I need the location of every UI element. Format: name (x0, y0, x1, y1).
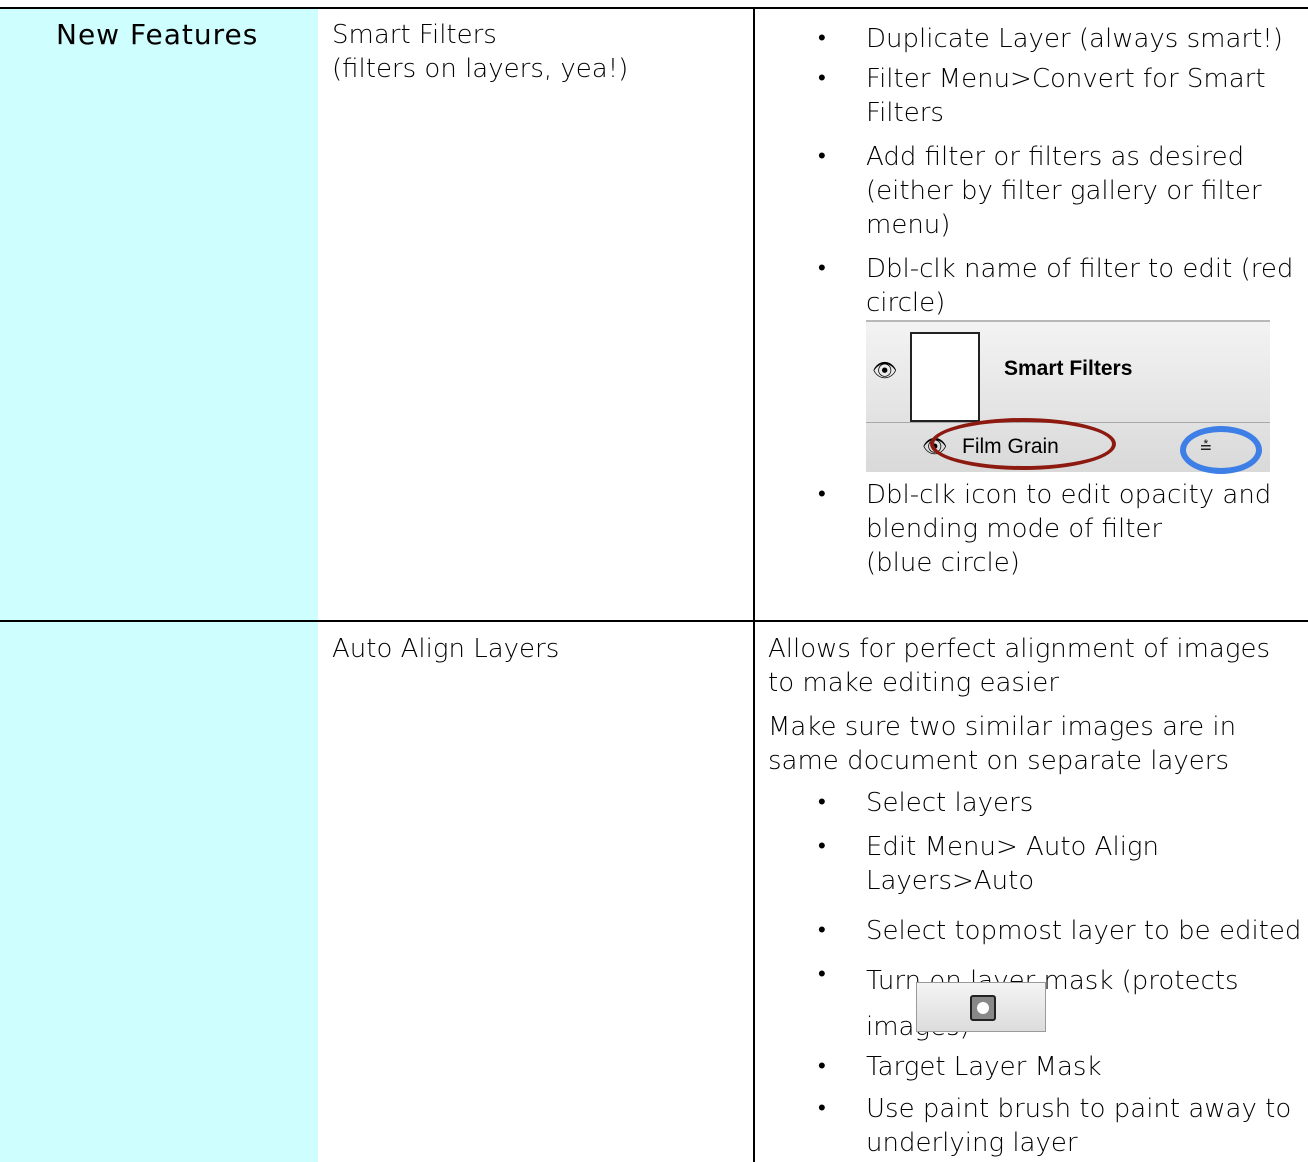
bullet-icon: • (818, 26, 826, 51)
eye-icon: 👁 (872, 358, 898, 382)
feature-title-auto-align: Auto Align Layers (332, 634, 560, 664)
bullet-icon: • (818, 962, 826, 987)
column-divider (753, 9, 755, 1162)
category-column (0, 9, 318, 1162)
layer-thumbnail (910, 332, 980, 422)
layer-mask-icon (916, 982, 1046, 1032)
bullet-icon: • (818, 66, 826, 91)
smart-filters-label: Smart Filters (1004, 357, 1133, 380)
bullet-icon: • (818, 1096, 826, 1121)
bullet-icon: • (818, 918, 826, 943)
description-paragraph: Make sure two similar images are in same… (768, 712, 1237, 776)
feature-subtitle: (filters on layers, yea!) (332, 54, 629, 84)
description-paragraph: Allows for perfect alignment of images t… (768, 634, 1270, 698)
red-circle-annotation (930, 418, 1116, 470)
document-page: New Features Smart Filters (filters on l… (0, 0, 1308, 1162)
table-top-border (0, 7, 1308, 9)
category-label: New Features (56, 18, 259, 51)
bullet-icon: • (818, 1054, 826, 1079)
blue-circle-annotation (1180, 426, 1262, 474)
feature-title-smart-filters: Smart Filters (332, 20, 497, 50)
bullet-icon: • (818, 144, 826, 169)
bullet-icon: • (818, 256, 826, 281)
bullet-icon: • (818, 834, 826, 859)
bullet-icon: • (818, 790, 826, 815)
smart-filters-panel-screenshot: 👁 Smart Filters 👁 Film Grain ⩮ (866, 320, 1270, 474)
row-divider (0, 620, 1308, 622)
bullet-icon: • (818, 482, 826, 507)
